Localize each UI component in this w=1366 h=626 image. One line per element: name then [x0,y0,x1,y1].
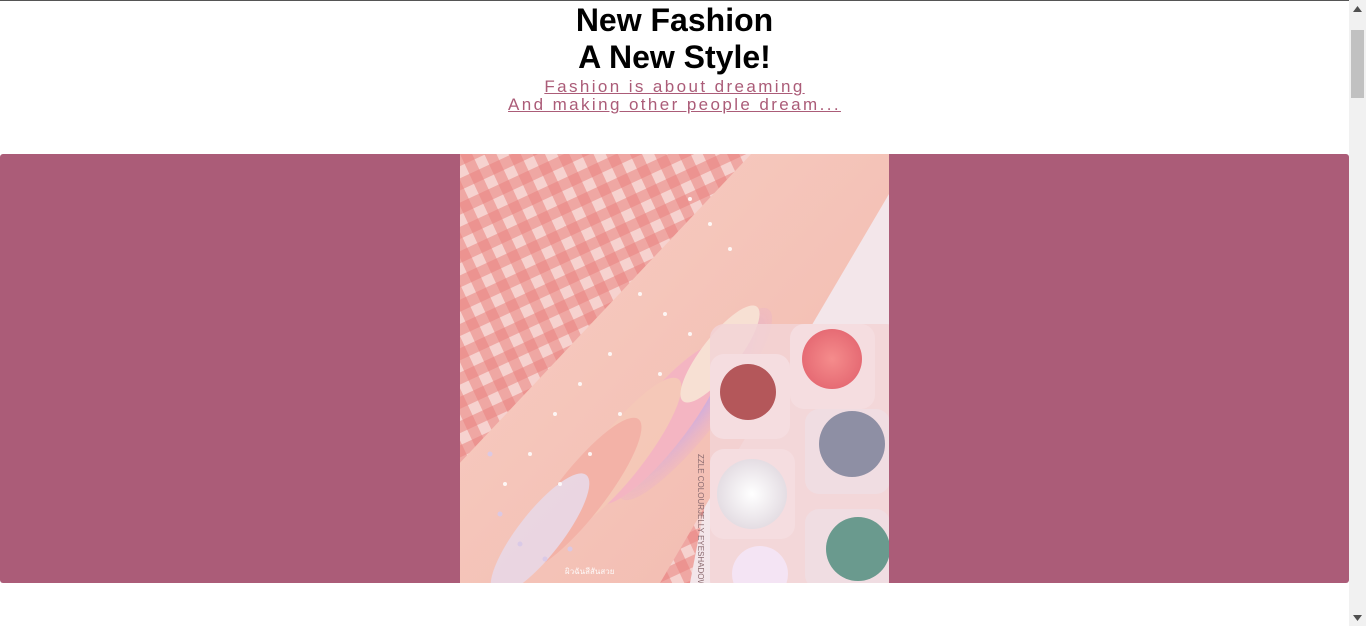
scroll-down-arrow-icon[interactable] [1349,609,1366,626]
glitter-swatch-photo-icon: ZZLE COLOURJELLY EYESHADOW CREA ผิวฉันสี… [460,154,889,583]
svg-text:ZZLE COLOURJELLY EYESHADOW CRE: ZZLE COLOURJELLY EYESHADOW CREA [696,454,705,583]
scrollbar-thumb[interactable] [1351,30,1364,98]
page-header: New Fashion A New Style! Fashion is abou… [0,0,1349,114]
hero-banner: ZZLE COLOURJELLY EYESHADOW CREA ผิวฉันสี… [0,154,1349,583]
vertical-scrollbar[interactable] [1349,0,1366,626]
photo-watermark: ผิวฉันสีสันสวย [565,567,615,576]
page-title-line-2: A New Style! [578,39,771,75]
tagline-link-1[interactable]: Fashion is about dreaming [0,78,1349,96]
page-title-line-1: New Fashion [575,2,774,38]
tagline-link-2[interactable]: And making other people dream... [0,96,1349,114]
scroll-up-arrow-icon[interactable] [1349,0,1366,17]
glitter-swatch-photo: ZZLE COLOURJELLY EYESHADOW CREA ผิวฉันสี… [460,154,889,583]
